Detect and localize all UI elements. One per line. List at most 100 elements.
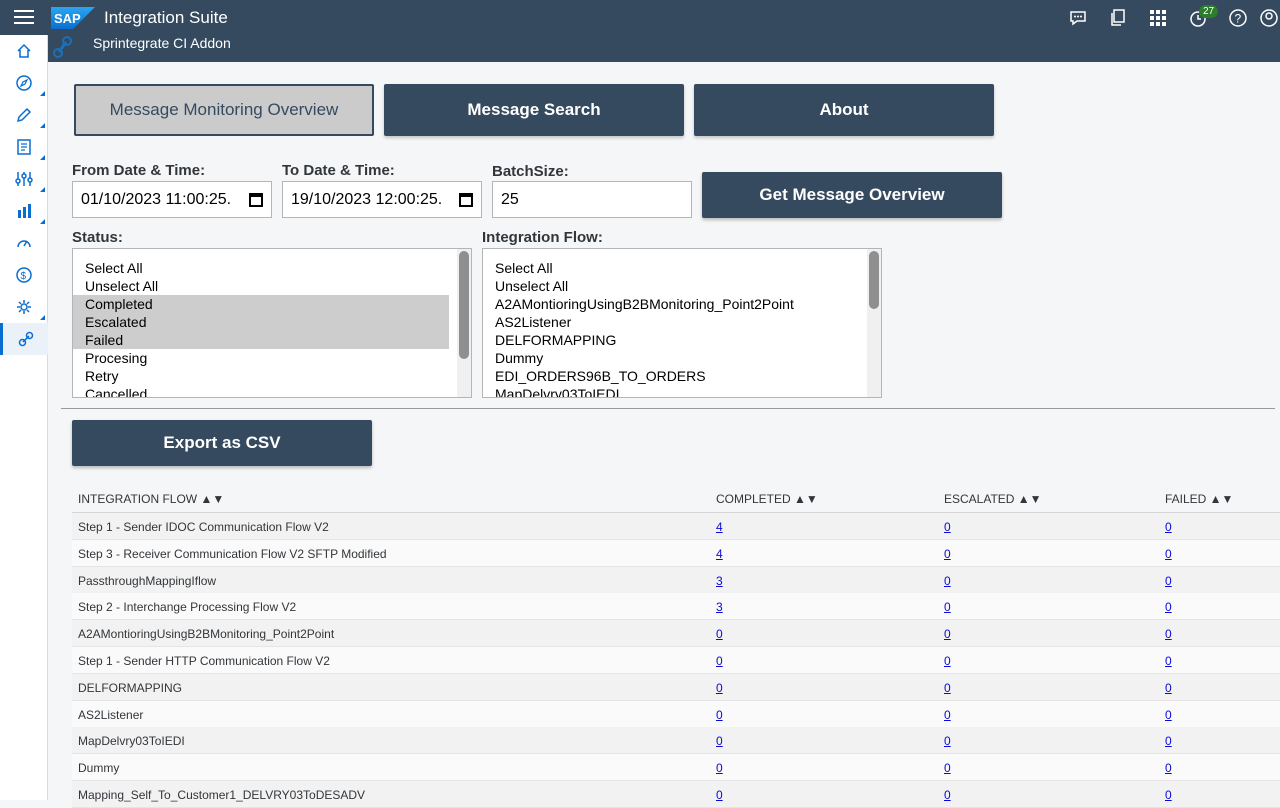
tab-message-monitoring-overview[interactable]: Message Monitoring Overview <box>74 84 374 136</box>
failed-count-link[interactable]: 0 <box>1165 574 1172 588</box>
status-option[interactable]: Retry <box>73 367 471 385</box>
escalated-count-link[interactable]: 0 <box>944 547 951 561</box>
notification-icon[interactable]: 27 <box>1178 5 1219 30</box>
completed-count-link[interactable]: 0 <box>716 627 723 641</box>
escalated-count-link[interactable]: 0 <box>944 520 951 534</box>
export-csv-button[interactable]: Export as CSV <box>72 420 372 466</box>
home-icon[interactable] <box>0 35 48 67</box>
failed-count-link[interactable]: 0 <box>1165 654 1172 668</box>
col-integration-flow[interactable]: INTEGRATION FLOW ▲▼ <box>78 492 224 506</box>
failed-count-link[interactable]: 0 <box>1165 681 1172 695</box>
escalated-count-link[interactable]: 0 <box>944 574 951 588</box>
table-header: INTEGRATION FLOW ▲▼ COMPLETED ▲▼ ESCALAT… <box>72 488 1280 513</box>
flow-option[interactable]: DELFORMAPPING <box>483 331 881 349</box>
settings-icon[interactable] <box>0 291 48 323</box>
flow-name-cell: Dummy <box>78 761 120 776</box>
flow-name-cell: MapDelvry03ToIEDI <box>78 734 185 749</box>
discover-icon[interactable] <box>0 67 48 99</box>
calendar-icon[interactable] <box>249 192 263 207</box>
failed-count-link[interactable]: 0 <box>1165 708 1172 722</box>
escalated-count-link[interactable]: 0 <box>944 654 951 668</box>
section-divider <box>61 408 1275 409</box>
tab-about[interactable]: About <box>694 84 994 136</box>
tab-message-search[interactable]: Message Search <box>384 84 684 136</box>
status-option[interactable]: Select All <box>73 259 471 277</box>
escalated-count-link[interactable]: 0 <box>944 627 951 641</box>
help-icon[interactable]: ? <box>1218 6 1258 30</box>
flow-option[interactable]: AS2Listener <box>483 313 881 331</box>
configure-icon[interactable] <box>0 163 48 195</box>
completed-count-link[interactable]: 3 <box>716 600 723 614</box>
table-row: AS2Listener 0 0 0 <box>72 700 1280 728</box>
addon-emblem-icon <box>53 36 72 58</box>
status-listbox[interactable]: Select All Unselect All Completed Escalated… <box>72 248 472 398</box>
get-message-overview-button[interactable]: Get Message Overview <box>702 172 1002 218</box>
completed-count-link[interactable]: 0 <box>716 654 723 668</box>
escalated-count-link[interactable]: 0 <box>944 761 951 775</box>
status-option[interactable]: Unselect All <box>73 277 471 295</box>
escalated-count-link[interactable]: 0 <box>944 708 951 722</box>
design-icon[interactable] <box>0 99 48 131</box>
table-row: Dummy 0 0 0 <box>72 754 1280 782</box>
failed-count-link[interactable]: 0 <box>1165 520 1172 534</box>
status-option[interactable]: Procesing <box>73 349 471 367</box>
escalated-count-link[interactable]: 0 <box>944 600 951 614</box>
flow-option[interactable]: Select All <box>483 259 881 277</box>
flow-option[interactable]: MapDelvry03ToIEDI <box>483 385 881 397</box>
status-scroll-thumb[interactable] <box>459 251 469 359</box>
failed-count-link[interactable]: 0 <box>1165 547 1172 561</box>
cost-icon[interactable]: $ <box>0 259 48 291</box>
escalated-count-link[interactable]: 0 <box>944 681 951 695</box>
failed-count-link[interactable]: 0 <box>1165 734 1172 748</box>
addon-link-icon[interactable] <box>0 323 48 355</box>
flow-scrollbar[interactable] <box>867 249 881 397</box>
to-date-input[interactable]: 19/10/2023 12:00:25. <box>282 181 482 218</box>
failed-count-link[interactable]: 0 <box>1165 761 1172 775</box>
batch-size-input[interactable]: 25 <box>492 181 692 218</box>
flow-name-cell: A2AMontioringUsingB2BMonitoring_Point2Po… <box>78 627 335 642</box>
flow-name-cell: Step 2 - Interchange Processing Flow V2 <box>78 600 297 615</box>
table-row: Step 2 - Interchange Processing Flow V2 3… <box>72 593 1280 621</box>
monitor-icon[interactable] <box>0 131 48 163</box>
menu-icon[interactable] <box>14 10 34 26</box>
batch-size-label: BatchSize: <box>492 163 569 180</box>
flow-option[interactable]: A2AMontioringUsingB2BMonitoring_Point2Po… <box>483 295 881 313</box>
completed-count-link[interactable]: 3 <box>716 574 723 588</box>
copy-icon[interactable] <box>1098 6 1138 30</box>
status-option[interactable]: Completed <box>73 295 449 313</box>
integration-flow-label: Integration Flow: <box>482 229 603 246</box>
flow-scroll-thumb[interactable] <box>869 251 879 309</box>
performance-icon[interactable] <box>0 227 48 259</box>
completed-count-link[interactable]: 4 <box>716 520 723 534</box>
app-subtitle: Sprintegrate CI Addon <box>93 35 231 51</box>
status-scrollbar[interactable] <box>457 249 471 397</box>
flow-name-cell: Step 1 - Sender HTTP Communication Flow … <box>78 654 330 668</box>
escalated-count-link[interactable]: 0 <box>944 734 951 748</box>
col-failed[interactable]: FAILED ▲▼ <box>1165 492 1233 506</box>
failed-count-link[interactable]: 0 <box>1165 600 1172 614</box>
completed-count-link[interactable]: 0 <box>716 708 723 722</box>
user-icon[interactable] <box>1258 6 1280 30</box>
svg-text:$: $ <box>21 271 27 282</box>
flow-option[interactable]: Dummy <box>483 349 881 367</box>
flow-option[interactable]: Unselect All <box>483 277 881 295</box>
failed-count-link[interactable]: 0 <box>1165 627 1172 641</box>
app-grid-icon[interactable] <box>1138 6 1178 30</box>
completed-count-link[interactable]: 4 <box>716 547 723 561</box>
feedback-icon[interactable] <box>1058 6 1098 30</box>
analytics-icon[interactable] <box>0 195 48 227</box>
completed-count-link[interactable]: 0 <box>716 681 723 695</box>
status-option[interactable]: Escalated <box>73 313 449 331</box>
calendar-icon[interactable] <box>459 192 473 207</box>
flow-option[interactable]: EDI_ORDERS96B_TO_ORDERS <box>483 367 881 385</box>
status-option[interactable]: Cancelled <box>73 385 471 397</box>
from-date-input[interactable]: 01/10/2023 11:00:25. <box>72 181 272 218</box>
status-label: Status: <box>72 229 123 246</box>
col-completed[interactable]: COMPLETED ▲▼ <box>716 492 818 506</box>
col-escalated[interactable]: ESCALATED ▲▼ <box>944 492 1042 506</box>
completed-count-link[interactable]: 0 <box>716 761 723 775</box>
flow-name-cell: PassthroughMappingIflow <box>78 573 217 588</box>
integration-flow-listbox[interactable]: Select All Unselect All A2AMontioringUsing… <box>482 248 882 398</box>
completed-count-link[interactable]: 0 <box>716 734 723 748</box>
status-option[interactable]: Failed <box>73 331 449 349</box>
